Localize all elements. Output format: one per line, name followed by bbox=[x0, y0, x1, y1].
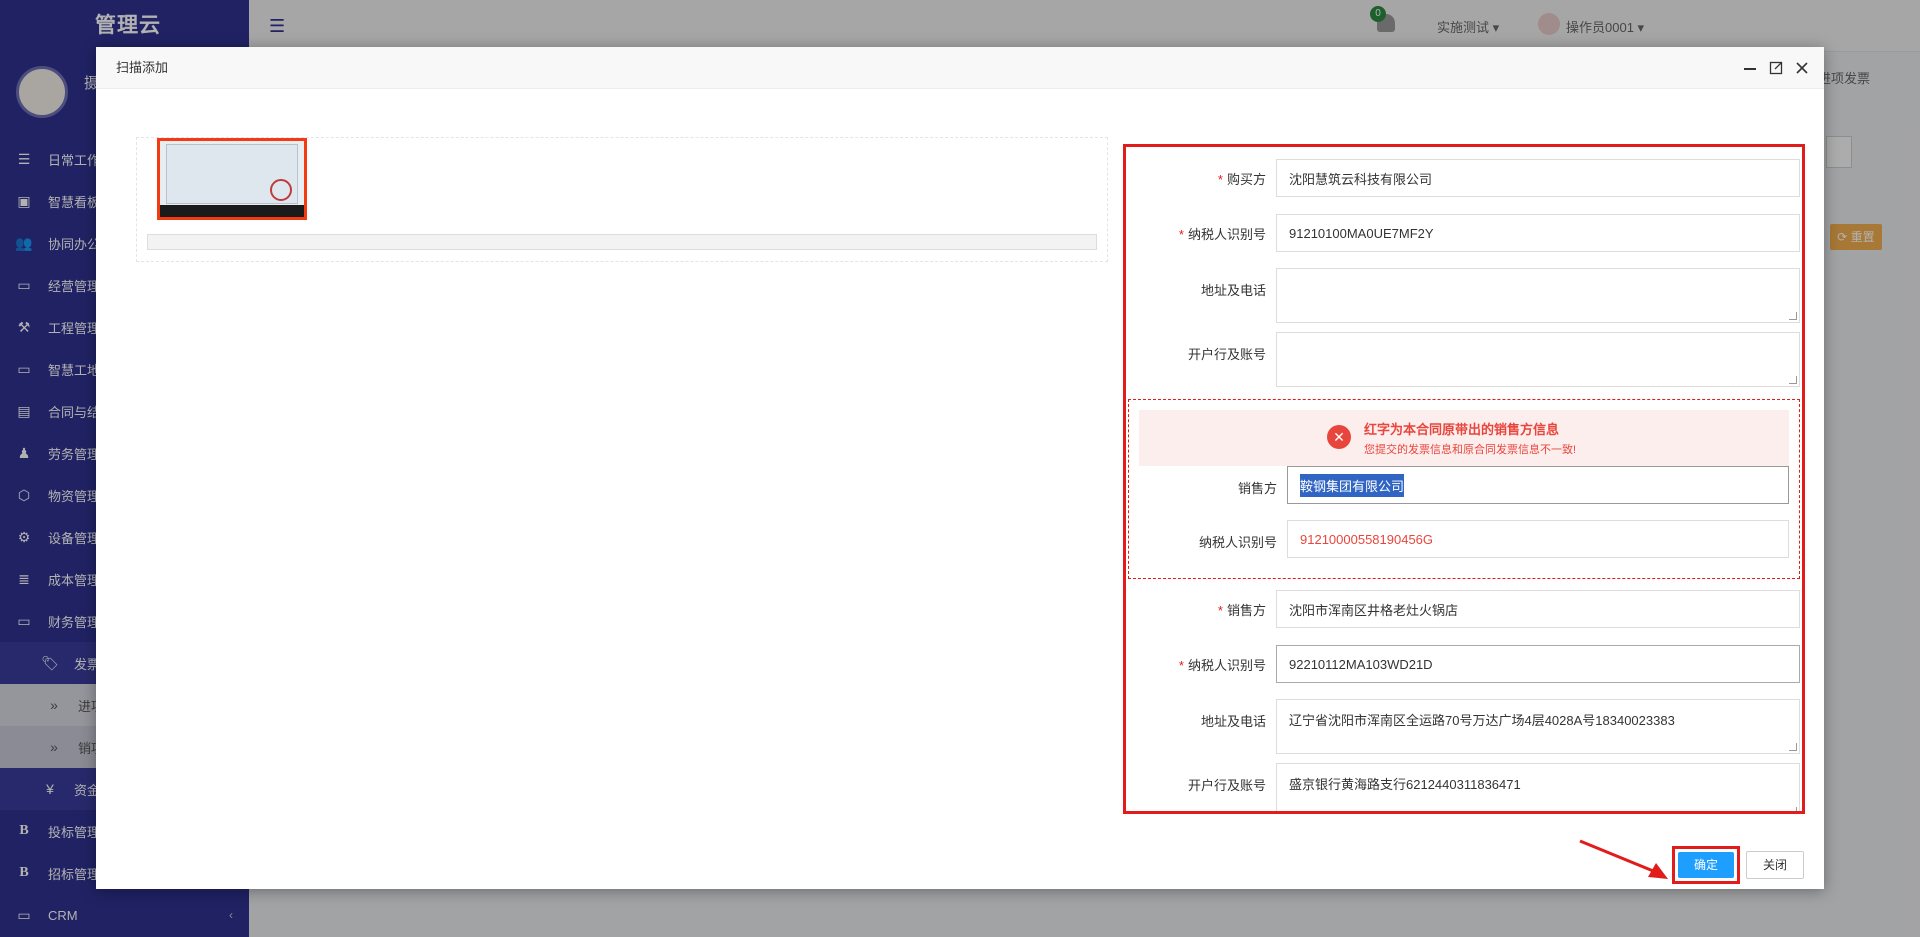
seller-bank-textarea[interactable]: 盛京银行黄海路支行6212440311836471 bbox=[1276, 763, 1800, 811]
resize-handle[interactable] bbox=[1789, 376, 1797, 384]
buyer-addr-textarea[interactable] bbox=[1276, 268, 1800, 323]
scan-preview-pane bbox=[136, 137, 1108, 262]
modal-title: 扫描添加 bbox=[116, 60, 169, 75]
resize-handle[interactable] bbox=[1789, 743, 1797, 751]
contract-seller-label: 销售方 bbox=[1237, 481, 1277, 496]
buyer-input[interactable]: 沈阳慧筑云科技有限公司 bbox=[1276, 159, 1800, 197]
required-mark: * bbox=[1178, 658, 1184, 673]
required-mark: * bbox=[1217, 603, 1223, 618]
seller-bank-label: 开户行及账号 bbox=[1187, 778, 1266, 793]
stamp-icon bbox=[270, 179, 292, 201]
seller-tax-label-text: 纳税人识别号 bbox=[1187, 658, 1266, 673]
buyer-label: * 购买方 bbox=[1126, 169, 1266, 188]
buyer-bank-textarea[interactable] bbox=[1276, 332, 1800, 387]
required-mark: * bbox=[1217, 172, 1223, 187]
modal-header: 扫描添加 bbox=[96, 47, 1824, 89]
invoice-form: * 购买方 沈阳慧筑云科技有限公司 * 纳税人识别号 91210100MA0UE7M… bbox=[1123, 144, 1805, 814]
scanned-invoice-thumbnail[interactable] bbox=[157, 138, 307, 220]
seller-bank-value: 盛京银行黄海路支行6212440311836471 bbox=[1289, 777, 1521, 792]
buyer-tax-input[interactable]: 91210100MA0UE7MF2Y bbox=[1276, 214, 1800, 252]
required-mark: * bbox=[1178, 227, 1184, 242]
buyer-addr-label: 地址及电话 bbox=[1200, 283, 1266, 298]
scan-add-modal: 扫描添加 * 购买方 沈阳慧筑云科技有限公司 * 纳税人识别号 91210100… bbox=[96, 47, 1824, 889]
contract-tax-input[interactable]: 91210000558190456G bbox=[1287, 520, 1789, 558]
seller-label: * 销售方 bbox=[1126, 600, 1266, 619]
error-icon: ✕ bbox=[1327, 425, 1351, 449]
contract-seller-mismatch-box: ✕ 红字为本合同原带出的销售方信息 您提交的发票信息和原合同发票信息不一致! 销… bbox=[1128, 399, 1800, 579]
contract-seller-value: 鞍钢集团有限公司 bbox=[1300, 473, 1405, 497]
buyer-tax-label-text: 纳税人识别号 bbox=[1187, 227, 1266, 242]
modal-tools bbox=[1742, 47, 1810, 89]
seller-addr-value: 辽宁省沈阳市浑南区全运路70号万达广场4层4028A号18340023383 bbox=[1289, 713, 1675, 728]
buyer-bank-label: 开户行及账号 bbox=[1187, 347, 1266, 362]
annotation-arrow bbox=[1579, 839, 1668, 879]
thumbnail-bar bbox=[160, 205, 304, 217]
buyer-tax-label: * 纳税人识别号 bbox=[1126, 224, 1266, 243]
resize-handle[interactable] bbox=[1789, 807, 1797, 811]
seller-label-text: 销售方 bbox=[1226, 603, 1266, 618]
buyer-label-text: 购买方 bbox=[1226, 172, 1266, 187]
close-icon[interactable] bbox=[1794, 60, 1810, 76]
seller-input[interactable]: 沈阳市浑南区井格老灶火锅店 bbox=[1276, 590, 1800, 628]
confirm-button[interactable]: 确定 bbox=[1678, 852, 1734, 878]
resize-handle[interactable] bbox=[1789, 312, 1797, 320]
seller-tax-label: * 纳税人识别号 bbox=[1126, 655, 1266, 674]
confirm-button-highlight: 确定 bbox=[1672, 846, 1740, 884]
seller-tax-input[interactable]: 92210112MA103WD21D bbox=[1276, 645, 1800, 683]
seller-addr-label: 地址及电话 bbox=[1200, 714, 1266, 729]
minimize-icon[interactable] bbox=[1742, 60, 1758, 76]
alert-title: 红字为本合同原带出的销售方信息 bbox=[1364, 422, 1560, 437]
upload-progress-bar bbox=[147, 234, 1097, 250]
alert-subtitle: 您提交的发票信息和原合同发票信息不一致! bbox=[1364, 444, 1577, 456]
contract-tax-label: 纳税人识别号 bbox=[1198, 535, 1277, 550]
mismatch-alert: ✕ 红字为本合同原带出的销售方信息 您提交的发票信息和原合同发票信息不一致! bbox=[1139, 410, 1789, 466]
close-button[interactable]: 关闭 bbox=[1746, 851, 1804, 879]
seller-addr-textarea[interactable]: 辽宁省沈阳市浑南区全运路70号万达广场4层4028A号18340023383 bbox=[1276, 699, 1800, 754]
contract-seller-input[interactable]: 鞍钢集团有限公司 bbox=[1287, 466, 1789, 504]
maximize-icon[interactable] bbox=[1768, 60, 1784, 76]
